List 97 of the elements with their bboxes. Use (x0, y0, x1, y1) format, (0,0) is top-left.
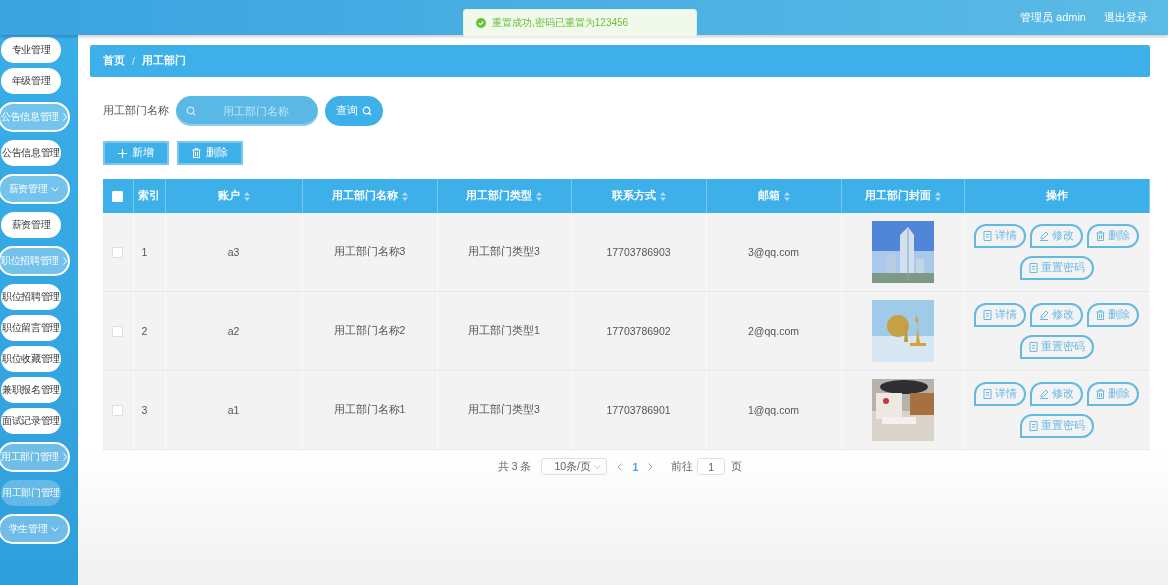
document-icon (983, 310, 993, 320)
chevron-down-icon (594, 464, 602, 469)
sidebar-item[interactable]: 年级管理 (1, 68, 61, 94)
column-header[interactable]: 邮箱 (757, 189, 780, 203)
pencil-icon (1039, 310, 1050, 320)
sidebar-menu-group[interactable]: 职位招聘管理 (0, 246, 70, 276)
sidebar-menu-group[interactable]: 公告信息管理 (0, 102, 70, 132)
sidebar-item[interactable]: 公告信息管理 (1, 140, 61, 166)
table-cell: a2 (227, 325, 240, 337)
table-cell: 用工部门类型1 (468, 324, 540, 336)
reset-button[interactable]: 重置密码 (1019, 414, 1094, 438)
breadcrumb-item[interactable]: 首页 (103, 54, 125, 68)
admin-user: 管理员 admin (1019, 10, 1086, 25)
column-header[interactable]: 账户 (217, 189, 240, 203)
table-cell: 2@qq.com (748, 325, 799, 337)
table-cell: 3 (141, 404, 148, 416)
delete-button[interactable]: 删除 (1087, 224, 1140, 248)
toast-message: 重置成功,密码已重置为123456 (492, 16, 629, 30)
select-all-checkbox[interactable] (112, 191, 124, 203)
delete-button[interactable]: 删除 (1087, 303, 1140, 327)
table-cell: a1 (227, 404, 240, 416)
table-cell: 17703786902 (606, 325, 671, 337)
reset-button[interactable]: 重置密码 (1019, 335, 1094, 359)
reset-button[interactable]: 重置密码 (1019, 256, 1094, 280)
document-icon (1028, 263, 1038, 273)
table-cell: 1@qq.com (748, 404, 799, 416)
column-header[interactable]: 联系方式 (611, 189, 656, 203)
edit-button[interactable]: 修改 (1030, 224, 1084, 248)
total-count: 共 3 条 (497, 459, 532, 474)
delete-button[interactable]: 删除 (177, 141, 243, 165)
search-field[interactable]: 用工部门名称 (176, 96, 318, 126)
search-label: 用工部门名称 (103, 104, 169, 118)
sort-icon[interactable] (243, 191, 250, 201)
search-icon (186, 106, 196, 116)
table-cell: 用工部门类型3 (468, 245, 540, 257)
table-cell: a3 (227, 246, 240, 258)
pencil-icon (1039, 389, 1050, 399)
page-suffix: 页 (731, 459, 743, 474)
breadcrumb-item[interactable]: 用工部门 (141, 54, 186, 68)
row-checkbox[interactable] (112, 405, 124, 417)
add-button[interactable]: 新增 (103, 141, 169, 165)
table-cell: 用工部门类型3 (468, 403, 540, 415)
column-header: 索引 (138, 189, 160, 203)
pencil-icon (1039, 231, 1050, 241)
sort-icon[interactable] (659, 191, 666, 201)
table-cell: 3@qq.com (748, 246, 799, 258)
document-icon (983, 231, 993, 241)
trash-icon (1096, 389, 1106, 399)
sidebar-menu-group[interactable]: 用工部门管理 (0, 442, 70, 472)
detail-button[interactable]: 详情 (974, 303, 1027, 327)
table-cell: 用工部门名称1 (333, 403, 406, 415)
logout-link[interactable]: 退出登录 (1104, 10, 1148, 25)
delete-button[interactable]: 删除 (1087, 382, 1140, 406)
table-cell: 用工部门名称3 (333, 245, 406, 257)
table-cell: 用工部门名称2 (333, 324, 406, 336)
table-cell: 1 (141, 246, 148, 258)
detail-button[interactable]: 详情 (974, 224, 1027, 248)
document-icon (1028, 342, 1038, 352)
previous-page-icon[interactable] (617, 462, 623, 471)
sidebar-item[interactable]: 职位招聘管理 (1, 284, 61, 310)
plus-icon (118, 148, 127, 158)
row-checkbox[interactable] (112, 247, 124, 259)
trash-icon (192, 148, 201, 158)
sidebar-item[interactable]: 面试记录管理 (1, 408, 61, 434)
page-size-select[interactable]: 10条/页 (541, 458, 608, 475)
row-checkbox[interactable] (112, 326, 124, 338)
search-icon (362, 106, 372, 116)
document-icon (1028, 421, 1038, 431)
goto-label: 前往 (671, 459, 694, 474)
sort-icon[interactable] (934, 191, 941, 201)
column-header: 操作 (1045, 189, 1068, 203)
sidebar-menu-group[interactable]: 学生管理 (0, 514, 70, 544)
query-button[interactable]: 查询 (325, 96, 383, 126)
page-input[interactable]: 1 (697, 458, 726, 475)
trash-icon (1096, 231, 1106, 241)
document-icon (983, 389, 993, 399)
sort-icon[interactable] (401, 191, 408, 201)
sidebar-item[interactable]: 兼职报名管理 (1, 377, 61, 403)
sort-icon[interactable] (783, 191, 790, 201)
detail-button[interactable]: 详情 (974, 382, 1027, 406)
table-cell: 17703786903 (606, 246, 671, 258)
sidebar-item[interactable]: 专业管理 (1, 37, 61, 63)
sidebar-item[interactable]: 职位收藏管理 (1, 346, 61, 372)
breadcrumb-separator: / (132, 55, 135, 67)
sidebar-item[interactable]: 用工部门管理 (1, 480, 61, 506)
trash-icon (1096, 310, 1106, 320)
page-number[interactable]: 1 (632, 460, 639, 473)
edit-button[interactable]: 修改 (1030, 303, 1084, 327)
table-cell: 2 (141, 325, 148, 337)
sort-icon[interactable] (536, 191, 542, 201)
table-cell: 17703786901 (606, 404, 671, 416)
next-page-icon[interactable] (648, 462, 654, 471)
check-circle-icon (476, 18, 486, 28)
sidebar-menu-group[interactable]: 薪资管理 (0, 174, 70, 204)
edit-button[interactable]: 修改 (1030, 382, 1084, 406)
sidebar-item[interactable]: 薪资管理 (1, 212, 61, 238)
sidebar-item[interactable]: 职位留言管理 (1, 315, 61, 341)
